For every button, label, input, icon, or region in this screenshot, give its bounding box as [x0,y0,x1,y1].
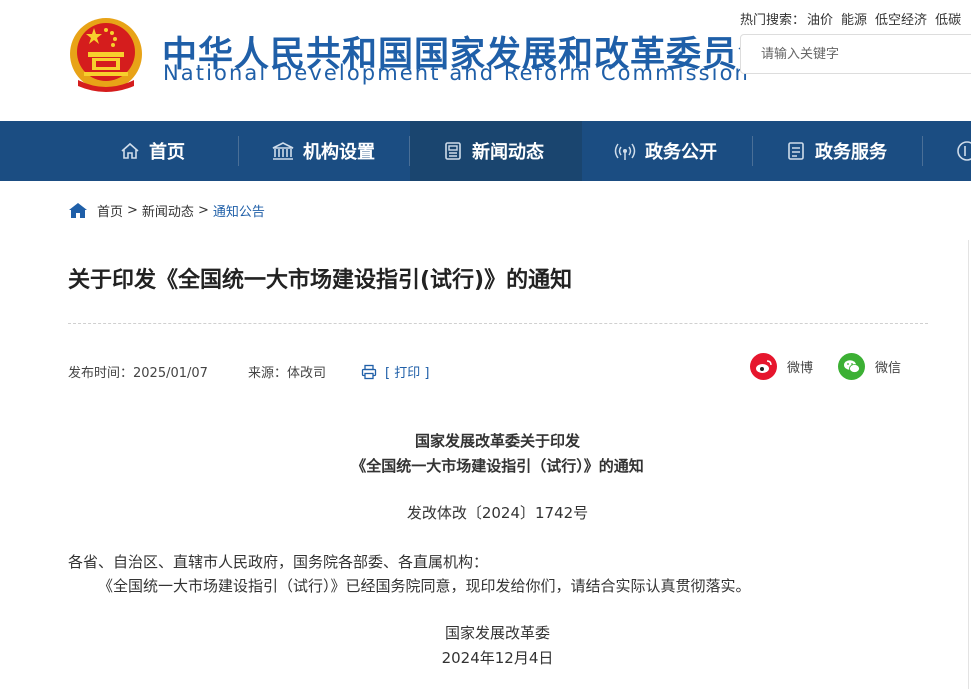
breadcrumb-news[interactable]: 新闻动态 [142,201,194,220]
nav-divider [752,136,753,166]
share-wechat-label: 微信 [875,361,902,376]
document-number: 发改体改〔2024〕1742号 [406,504,589,522]
service-icon [788,142,804,160]
broadcast-icon [614,143,636,160]
institution-icon [272,142,294,160]
nav-item-label: 首页 [149,142,185,163]
printer-icon [361,364,377,379]
breadcrumb-separator: > [197,203,209,218]
weibo-icon [750,353,777,380]
nav-item-news[interactable]: 新闻动态 [410,121,582,181]
site-header: 中华人民共和国国家发展和改革委员会 National Development a… [0,0,971,121]
document-body: 《全国统一大市场建设指引（试行）》已经国务院同意，现印发给你们，请结合实际认真贯… [98,577,751,595]
hot-keyword[interactable]: 油价 [807,13,833,28]
more-nav-icon[interactable] [956,140,971,162]
document-heading-line1: 国家发展改革委关于印发 [414,432,580,450]
share-weibo-label: 微博 [787,361,814,376]
publish-time: 发布时间：2025/01/07 [68,366,208,381]
document-heading-line2: 《全国统一大市场建设指引（试行）》的通知 [351,457,644,475]
nav-item-label: 政务服务 [815,142,887,163]
nav-item-gov-service[interactable]: 政务服务 [786,121,887,181]
hot-search-label: 热门搜索： [740,13,806,28]
document-signature: 国家发展改革委 [444,624,550,642]
search-box [740,34,971,74]
news-icon [445,142,461,160]
hot-keyword[interactable]: 低碳 [935,13,961,28]
nav-divider [922,136,923,166]
breadcrumb: 首页 > 新闻动态 > 通知公告 [68,201,265,220]
nav-item-gov-affairs[interactable]: 政务公开 [614,121,717,181]
hot-search: 热门搜索： 油价 能源 低空经济 低碳 [740,9,969,28]
document-addressee: 各省、自治区、直辖市人民政府，国务院各部委、各直属机构： [68,553,489,571]
nav-item-home[interactable]: 首页 [120,121,185,181]
main-nav: 首页 机构设置 新闻动态 政务公开 政务服务 [0,121,971,181]
share-weibo-button[interactable]: 微博 [750,353,813,380]
nav-divider [238,136,239,166]
site-title-en[interactable]: National Development and Reform Commissi… [163,61,750,85]
article-source: 来源：体改司 [248,366,327,381]
hot-keyword[interactable]: 低空经济 [875,13,927,28]
wechat-icon [838,353,865,380]
share-wechat-button[interactable]: 微信 [838,353,901,380]
document-date: 2024年12月4日 [441,649,554,667]
home-icon [121,142,139,159]
article-title: 关于印发《全国统一大市场建设指引(试行)》的通知 [68,268,573,293]
breadcrumb-separator: > [127,203,138,218]
nav-item-label: 政务公开 [645,142,717,163]
search-input[interactable] [741,35,961,73]
nav-item-label: 新闻动态 [472,142,544,163]
national-emblem-icon[interactable] [68,14,144,94]
print-button[interactable]: [ 打印 ] [361,362,429,381]
nav-item-institution[interactable]: 机构设置 [272,121,375,181]
hot-keyword[interactable]: 能源 [841,13,867,28]
breadcrumb-notices[interactable]: 通知公告 [213,201,265,220]
print-label: [ 打印 ] [385,366,430,381]
home-icon[interactable] [68,202,88,219]
title-divider [68,323,928,324]
nav-item-label: 机构设置 [303,142,375,163]
breadcrumb-home[interactable]: 首页 [97,201,123,220]
content-border [968,240,969,689]
